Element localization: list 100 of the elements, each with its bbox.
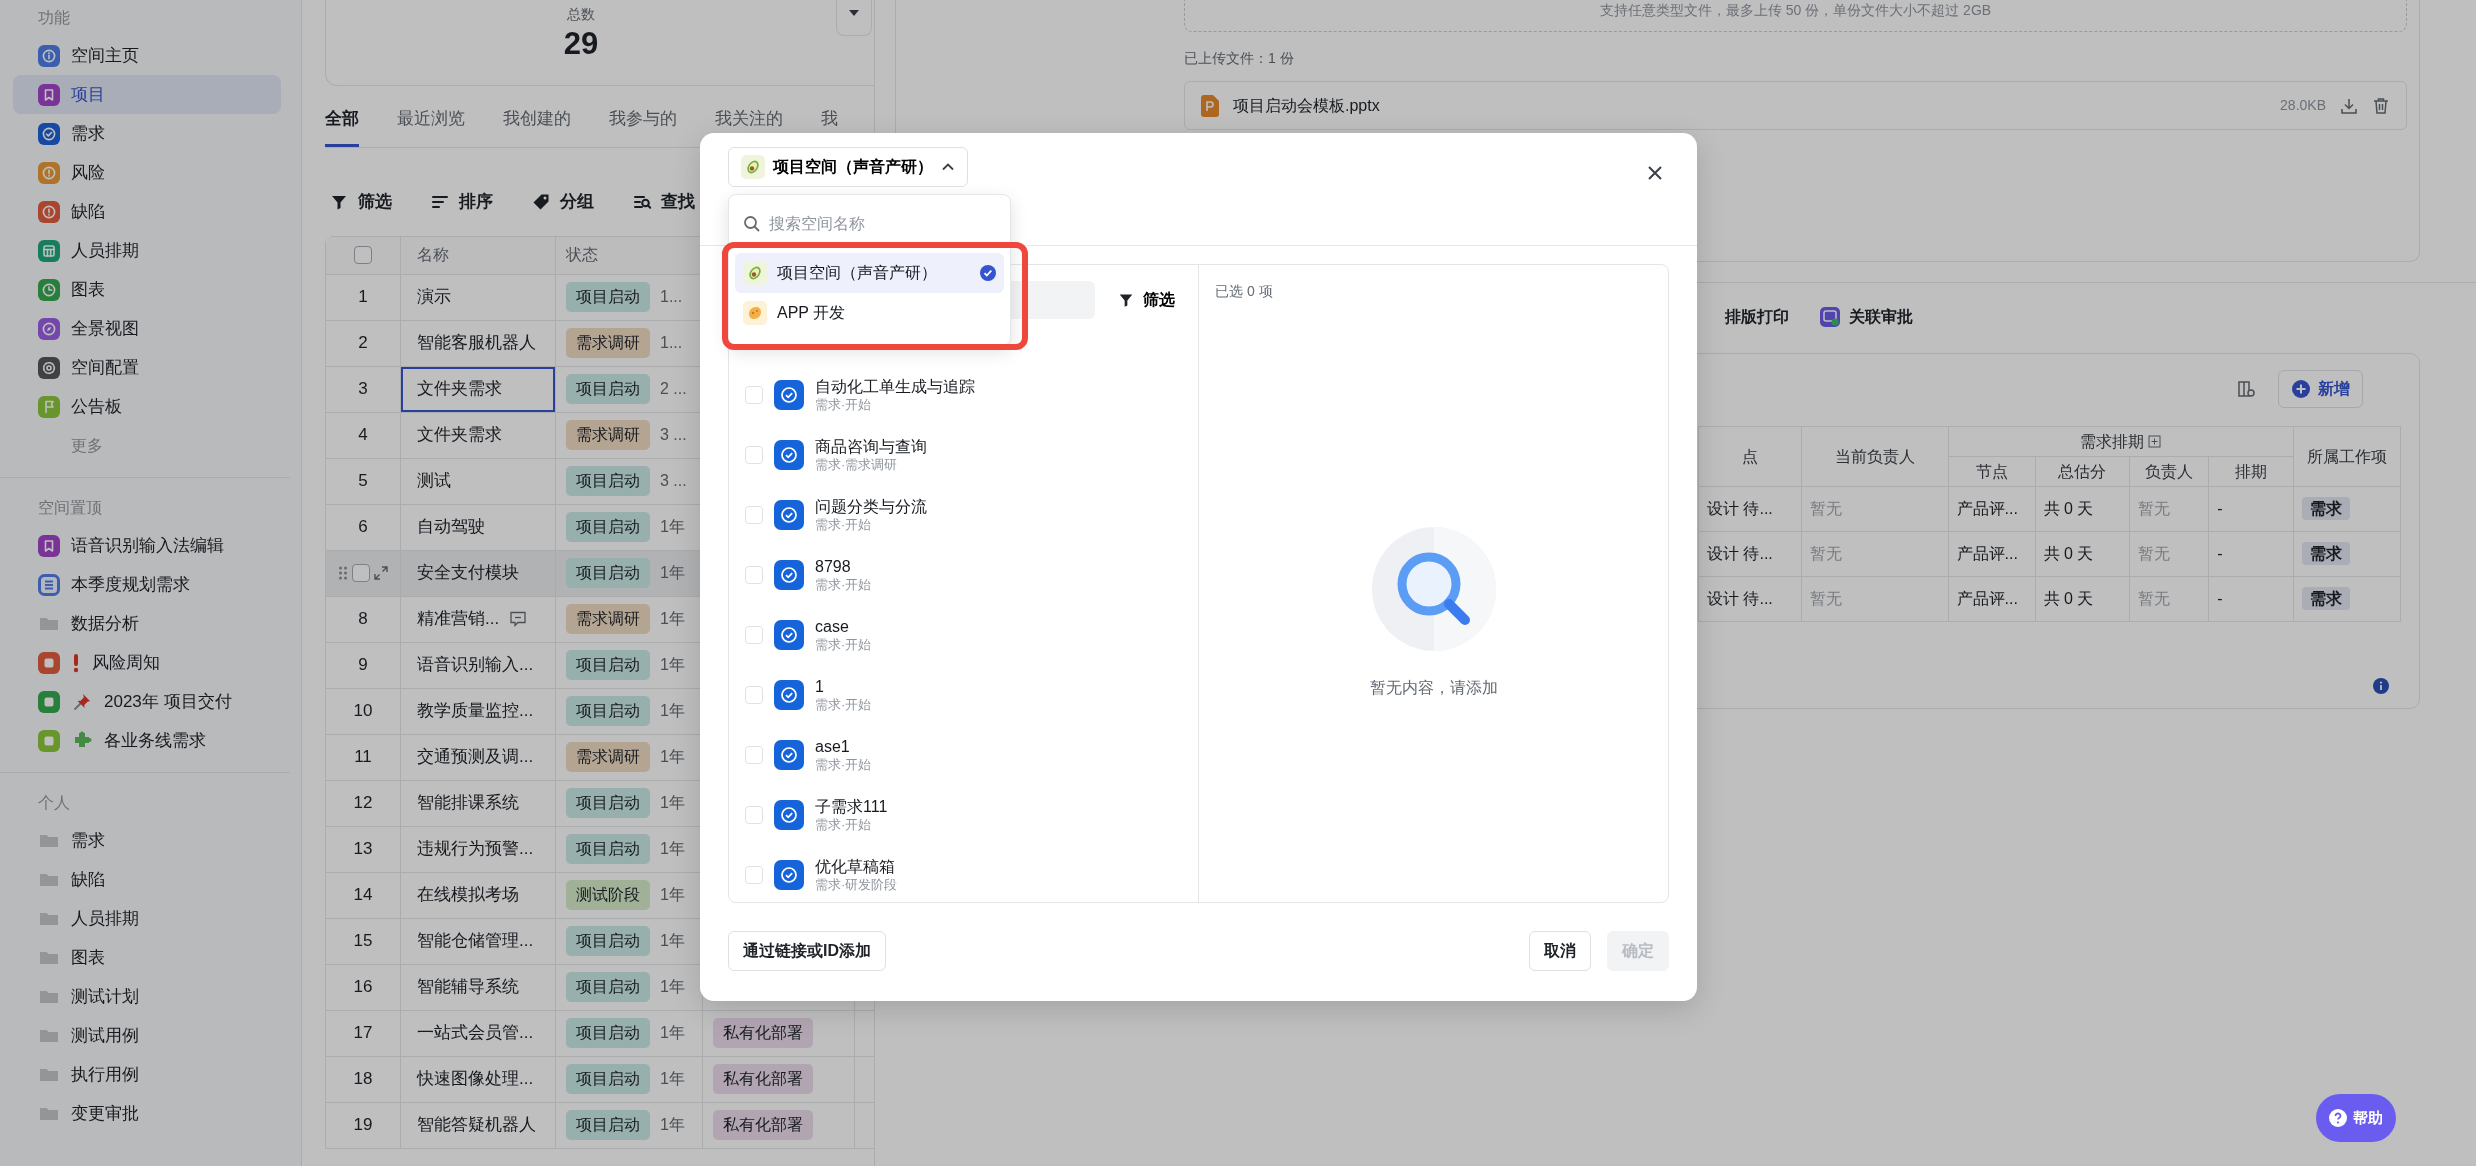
item-checkbox[interactable]	[745, 626, 763, 644]
view-tab[interactable]: 我参与的	[609, 106, 677, 147]
exclamation-icon	[71, 651, 81, 674]
item-title[interactable]: 优化草稿箱	[815, 856, 898, 877]
view-tab[interactable]: 最近浏览	[397, 106, 465, 147]
file-name[interactable]: 项目启动会模板.pptx	[1233, 93, 1380, 118]
sidebar-item[interactable]: 测试计划	[13, 977, 281, 1016]
item-checkbox[interactable]	[745, 506, 763, 524]
select-all-checkbox[interactable]	[354, 246, 372, 264]
row-checkbox[interactable]	[352, 564, 370, 582]
sidebar-item[interactable]: 需求	[13, 821, 281, 860]
item-title[interactable]: ase1	[815, 736, 872, 757]
name-cell[interactable]: 在线模拟考场	[401, 872, 556, 918]
view-tab[interactable]: 全部	[325, 106, 359, 147]
item-checkbox[interactable]	[745, 806, 763, 824]
download-icon[interactable]	[2340, 96, 2358, 115]
time-text: 1年	[660, 1115, 685, 1135]
item-title[interactable]: 1	[815, 676, 872, 697]
item-checkbox[interactable]	[745, 866, 763, 884]
status-tag: 项目启动	[566, 1064, 650, 1094]
expand-icon[interactable]	[374, 566, 388, 580]
name-cell[interactable]: 智能答疑机器人	[401, 1102, 556, 1148]
name-cell[interactable]: 文件夹需求	[401, 412, 556, 458]
sidebar-item[interactable]: 数据分析	[13, 604, 281, 643]
column-settings-icon[interactable]	[2236, 379, 2256, 399]
name-cell[interactable]: 智能排课系统	[401, 780, 556, 826]
sidebar-item[interactable]: 空间配置	[13, 348, 281, 387]
name-cell[interactable]: 演示	[401, 274, 556, 320]
sidebar-item[interactable]: 全景视图	[13, 309, 281, 348]
name-cell[interactable]: 教学质量监控...	[401, 688, 556, 734]
summary-label: 总数	[567, 5, 595, 24]
approval-icon	[1819, 306, 1841, 328]
space-option[interactable]: 项目空间（声音产研）	[735, 253, 1004, 293]
sidebar-item[interactable]: 人员排期	[13, 231, 281, 270]
add-by-link-button[interactable]: 通过链接或ID添加	[728, 931, 886, 971]
item-title[interactable]: 自动化工单生成与追踪	[815, 376, 975, 397]
comment-icon[interactable]	[509, 610, 528, 628]
sidebar-item[interactable]: 变更审批	[13, 1094, 281, 1133]
name-cell[interactable]: 智能仓储管理...	[401, 918, 556, 964]
item-checkbox[interactable]	[745, 566, 763, 584]
name-cell[interactable]: 语音识别输入...	[401, 642, 556, 688]
table-cell: 暂无	[2138, 500, 2171, 517]
sidebar-item[interactable]: 风险周知	[13, 643, 281, 682]
name-cell[interactable]: 快速图像处理...	[401, 1056, 556, 1102]
item-title[interactable]: 商品咨询与查询	[815, 436, 927, 457]
action-button[interactable]: 关联审批	[1819, 305, 1913, 329]
help-button[interactable]: 帮助	[2316, 1094, 2396, 1142]
toolbar-button[interactable]: 排序	[426, 188, 497, 215]
sidebar-item[interactable]: 本季度规划需求	[13, 565, 281, 604]
item-checkbox[interactable]	[745, 386, 763, 404]
sidebar-item[interactable]: 缺陷	[13, 860, 281, 899]
item-subtitle: 需求·开始	[815, 696, 872, 714]
name-cell[interactable]: 交通预测及调...	[401, 734, 556, 780]
dropdown-toggle[interactable]	[836, 0, 872, 36]
table-cell: 设计 待...	[1707, 590, 1773, 607]
drag-handle-icon[interactable]	[338, 565, 348, 581]
sidebar-item[interactable]: 图表	[13, 938, 281, 977]
cancel-button[interactable]: 取消	[1529, 931, 1591, 971]
add-button[interactable]: 新增	[2278, 370, 2363, 408]
name-cell[interactable]: 精准营销...	[401, 596, 556, 642]
sidebar-item[interactable]: 人员排期	[13, 899, 281, 938]
view-tab[interactable]: 我创建的	[503, 106, 571, 147]
name-cell[interactable]: 文件夹需求	[401, 366, 556, 412]
action-button[interactable]: 排版打印	[1725, 305, 1789, 329]
name-cell[interactable]: 测试	[401, 458, 556, 504]
item-title[interactable]: 问题分类与分流	[815, 496, 927, 517]
name-cell[interactable]: 安全支付模块	[401, 550, 556, 596]
name-cell[interactable]: 自动驾驶	[401, 504, 556, 550]
sidebar-item[interactable]: 语音识别输入法编辑	[13, 526, 281, 565]
sidebar-item[interactable]: 缺陷	[13, 192, 281, 231]
sidebar-item[interactable]: 空间主页	[13, 36, 281, 75]
filter-button[interactable]: 筛选	[1111, 287, 1181, 313]
item-title[interactable]: 8798	[815, 556, 872, 577]
toolbar-button[interactable]: 查找	[628, 188, 699, 215]
item-title[interactable]: case	[815, 616, 872, 637]
sidebar-item[interactable]: 执行用例	[13, 1055, 281, 1094]
sidebar-item[interactable]: 需求	[13, 114, 281, 153]
trash-icon[interactable]	[2372, 96, 2390, 115]
name-cell[interactable]: 智能辅导系统	[401, 964, 556, 1010]
name-cell[interactable]: 一站式会员管...	[401, 1010, 556, 1056]
sidebar-item[interactable]: 各业务线需求	[13, 721, 281, 760]
sidebar-item[interactable]: 图表	[13, 270, 281, 309]
expand-columns-icon[interactable]	[2148, 435, 2162, 448]
toolbar-button[interactable]: 筛选	[325, 188, 396, 215]
table-cell: -	[2217, 500, 2223, 517]
item-title[interactable]: 子需求111	[815, 796, 888, 817]
space-select[interactable]: 项目空间（声音产研）	[728, 147, 968, 187]
item-checkbox[interactable]	[745, 446, 763, 464]
sidebar-item[interactable]: 测试用例	[13, 1016, 281, 1055]
item-checkbox[interactable]	[745, 686, 763, 704]
name-cell[interactable]: 智能客服机器人	[401, 320, 556, 366]
info-icon[interactable]	[2373, 678, 2389, 694]
item-checkbox[interactable]	[745, 746, 763, 764]
toolbar-button[interactable]: 分组	[527, 188, 598, 215]
sidebar-item[interactable]: 项目	[13, 75, 281, 114]
space-option[interactable]: APP 开发	[735, 293, 1004, 333]
name-cell[interactable]: 违规行为预警...	[401, 826, 556, 872]
sidebar-item[interactable]: 2023年 项目交付	[13, 682, 281, 721]
sidebar-item[interactable]: 公告板	[13, 387, 281, 426]
sidebar-item[interactable]: 风险	[13, 153, 281, 192]
